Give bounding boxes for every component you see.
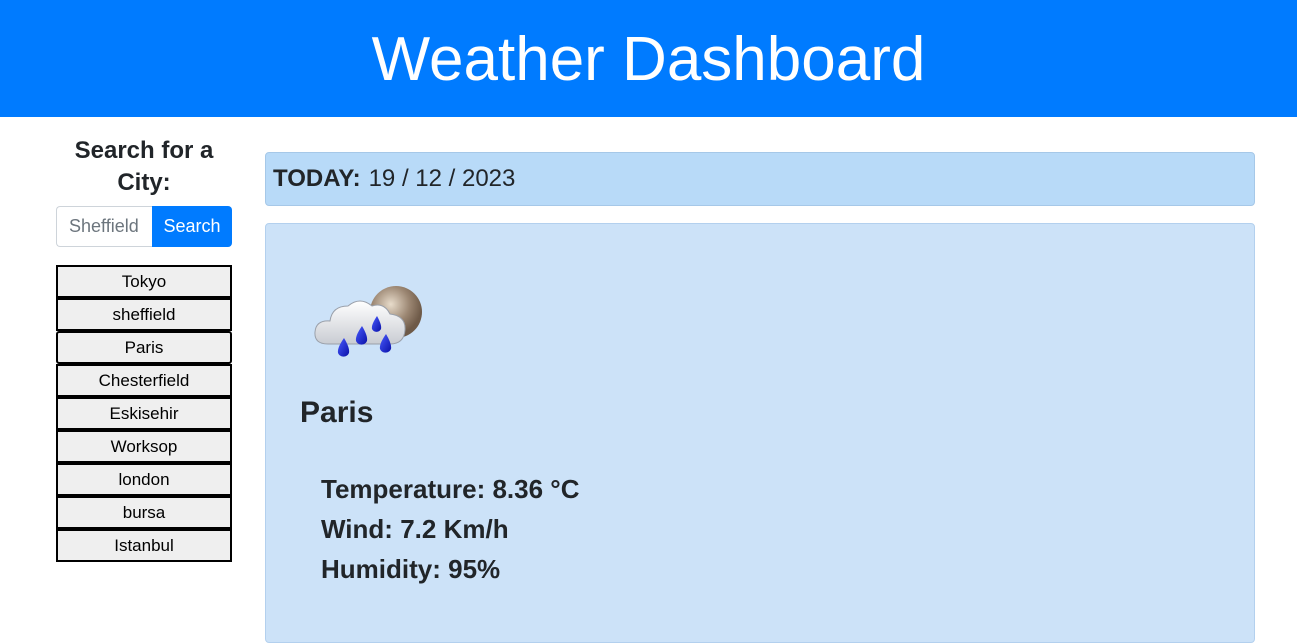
history-item-istanbul[interactable]: Istanbul <box>56 529 232 562</box>
history-item-bursa[interactable]: bursa <box>56 496 232 529</box>
temperature-label: Temperature: <box>321 474 486 504</box>
history-item-sheffield[interactable]: sheffield <box>56 298 232 331</box>
current-city-name: Paris <box>300 396 374 429</box>
page-header: Weather Dashboard <box>0 0 1297 117</box>
wind-label: Wind: <box>321 514 393 544</box>
history-item-london[interactable]: london <box>56 463 232 496</box>
today-date: 19 / 12 / 2023 <box>368 165 516 192</box>
search-history-list: Tokyo sheffield Paris Chesterfield Eskis… <box>56 265 232 562</box>
search-form: Search <box>56 206 232 247</box>
history-item-worksop[interactable]: Worksop <box>56 430 232 463</box>
sidebar: Search for a City: Search Tokyo sheffiel… <box>56 135 232 562</box>
temperature-value: 8.36 °C <box>492 474 580 504</box>
page-title: Weather Dashboard <box>371 24 926 94</box>
today-date-bar: TODAY: 19 / 12 / 2023 <box>265 152 1255 206</box>
humidity-value: 95% <box>448 554 501 584</box>
history-item-tokyo[interactable]: Tokyo <box>56 265 232 298</box>
today-label: TODAY: <box>273 165 361 192</box>
history-item-eskisehir[interactable]: Eskisehir <box>56 397 232 430</box>
wind-value: 7.2 Km/h <box>400 514 509 544</box>
history-item-paris[interactable]: Paris <box>56 331 232 364</box>
wind-row: Wind: 7.2 Km/h <box>321 509 579 549</box>
humidity-label: Humidity: <box>321 554 441 584</box>
search-button[interactable]: Search <box>152 206 232 247</box>
search-input[interactable] <box>56 206 152 247</box>
history-item-chesterfield[interactable]: Chesterfield <box>56 364 232 397</box>
temperature-row: Temperature: 8.36 °C <box>321 469 579 509</box>
search-heading: Search for a City: <box>74 137 214 196</box>
current-weather-card: Paris Temperature: 8.36 °C Wind: 7.2 Km/… <box>265 223 1255 643</box>
humidity-row: Humidity: 95% <box>321 549 579 589</box>
weather-stats: Temperature: 8.36 °C Wind: 7.2 Km/h Humi… <box>321 469 579 589</box>
rain-cloud-icon <box>310 282 430 372</box>
